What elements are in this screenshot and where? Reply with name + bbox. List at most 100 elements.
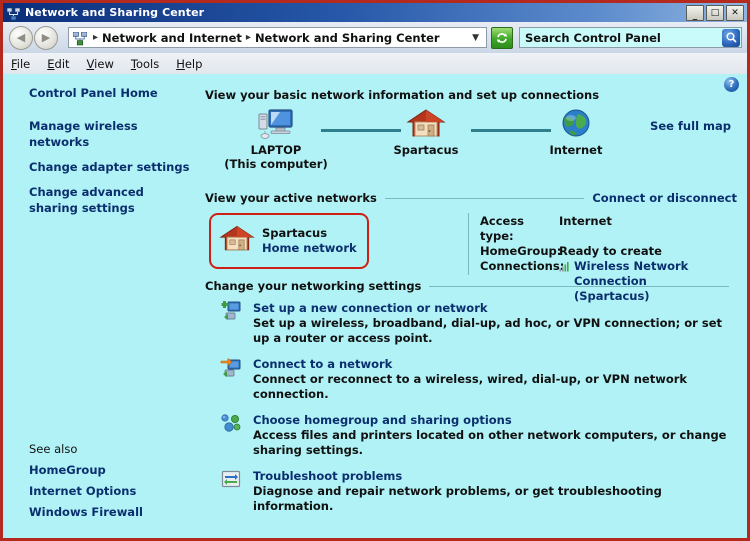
maximize-button[interactable]: □ [706, 5, 724, 21]
setting-troubleshoot-problems[interactable]: Troubleshoot problems Diagnose and repai… [199, 468, 747, 514]
setting-title[interactable]: Troubleshoot problems [253, 468, 733, 484]
menu-edit[interactable]: Edit [47, 57, 69, 71]
setting-body: Connect to a network Connect or reconnec… [253, 356, 733, 402]
settings-list: Set up a new connection or network Set u… [199, 300, 747, 514]
setting-body: Choose homegroup and sharing options Acc… [253, 412, 733, 458]
breadcrumb-item-network-and-sharing-center[interactable]: Network and Sharing Center [255, 31, 440, 45]
window-title: Network and Sharing Center [25, 6, 205, 19]
setting-description: Access files and printers located on oth… [253, 428, 727, 457]
setting-description: Set up a wireless, broadband, dial-up, a… [253, 316, 722, 345]
map-node-label: Spartacus [393, 143, 459, 157]
connect-or-disconnect-link[interactable]: Connect or disconnect [592, 191, 737, 205]
see-also-section: See also HomeGroup Internet Options Wind… [3, 439, 199, 523]
map-node-internet[interactable]: Internet [521, 107, 631, 157]
active-networks-heading: View your active networks [205, 191, 377, 205]
globe-icon [521, 107, 631, 143]
sidebar: Control Panel Home Manage wireless netwo… [3, 74, 199, 538]
see-full-map-link[interactable]: See full map [650, 119, 731, 133]
see-also-item-internet-options[interactable]: Internet Options [3, 481, 199, 502]
house-icon [219, 223, 255, 259]
map-node-label: LAPTOP [250, 143, 302, 157]
status-bar [3, 534, 747, 538]
menu-help[interactable]: Help [176, 57, 202, 71]
connect-network-icon [220, 356, 242, 378]
search-input[interactable] [520, 29, 722, 46]
see-also-heading: See also [29, 442, 78, 456]
troubleshoot-icon [220, 468, 242, 490]
signal-bars-icon [559, 259, 570, 304]
setting-body: Troubleshoot problems Diagnose and repai… [253, 468, 733, 514]
breadcrumb[interactable]: ▸ Network and Internet ▸ Network and Sha… [68, 27, 487, 48]
active-network-text: Spartacus Home network [262, 226, 357, 256]
detail-label: Connections: [480, 259, 565, 273]
computer-icon [221, 107, 331, 143]
networking-settings-heading: Change your networking settings [205, 279, 422, 293]
content-area: Control Panel Home Manage wireless netwo… [3, 74, 747, 538]
chevron-down-icon[interactable]: ▼ [472, 33, 483, 43]
close-button[interactable]: ✕ [726, 5, 744, 21]
setting-title[interactable]: Connect to a network [253, 356, 733, 372]
sidebar-item-change-adapter-settings[interactable]: Change adapter settings [3, 159, 199, 175]
sidebar-item-control-panel-home[interactable]: Control Panel Home [3, 85, 199, 101]
new-connection-icon [220, 300, 242, 322]
window-controls: _ □ ✕ [686, 5, 744, 21]
homegroup-icon [220, 412, 242, 434]
setting-title[interactable]: Set up a new connection or network [253, 300, 733, 316]
setting-set-up-new-connection[interactable]: Set up a new connection or network Set u… [199, 300, 747, 346]
active-network-type[interactable]: Home network [262, 241, 357, 256]
map-node-spartacus[interactable]: Spartacus [371, 107, 481, 157]
menu-view[interactable]: View [87, 57, 114, 71]
network-icon [72, 31, 88, 45]
refresh-icon[interactable] [491, 26, 513, 49]
sidebar-item-change-advanced-sharing-settings[interactable]: Change advanced sharing settings [3, 184, 197, 216]
network-and-sharing-center-window: Network and Sharing Center _ □ ✕ ◀ ▶ ▸ N… [0, 0, 750, 541]
see-also-item-windows-firewall[interactable]: Windows Firewall [3, 502, 199, 523]
setting-choose-homegroup[interactable]: Choose homegroup and sharing options Acc… [199, 412, 747, 458]
main-panel: ? View your basic network information an… [199, 74, 747, 538]
detail-label: HomeGroup: [480, 244, 562, 258]
map-node-sublabel: (This computer) [224, 157, 328, 171]
network-details: Access type: Internet HomeGroup: Ready t… [468, 213, 724, 303]
search-field[interactable] [519, 27, 742, 48]
breadcrumb-separator: ▸ [245, 31, 251, 43]
menu-tools[interactable]: Tools [131, 57, 159, 71]
help-icon[interactable]: ? [724, 77, 739, 92]
minimize-button[interactable]: _ [686, 5, 704, 21]
network-icon [6, 6, 21, 21]
setting-description: Diagnose and repair network problems, or… [253, 484, 662, 513]
active-networks-row: Spartacus Home network Access type: Inte… [199, 213, 747, 303]
sidebar-item-manage-wireless-networks[interactable]: Manage wireless networks [3, 118, 199, 150]
menu-bar: File Edit View Tools Help [3, 53, 747, 74]
detail-row-homegroup: HomeGroup: Ready to create [480, 244, 724, 259]
search-icon[interactable] [722, 28, 740, 47]
divider [384, 197, 585, 199]
map-node-laptop[interactable]: LAPTOP (This computer) [221, 107, 331, 171]
forward-button[interactable]: ▶ [34, 25, 58, 50]
title-bar[interactable]: Network and Sharing Center _ □ ✕ [3, 3, 747, 22]
map-node-label: Internet [549, 143, 603, 157]
back-button[interactable]: ◀ [9, 25, 33, 50]
network-map: See full map LAPTOP (This computer) Spar… [199, 107, 747, 179]
active-network-name: Spartacus [262, 226, 328, 240]
divider [429, 285, 729, 287]
basic-network-info-heading: View your basic network information and … [205, 88, 600, 102]
breadcrumb-item-network-and-internet[interactable]: Network and Internet [102, 31, 242, 45]
connection-link[interactable]: Wireless Network Connection (Spartacus) [574, 259, 724, 304]
setting-title[interactable]: Choose homegroup and sharing options [253, 412, 733, 428]
detail-label: Access type: [480, 214, 525, 243]
navigation-arrows: ◀ ▶ [9, 25, 58, 50]
house-icon [371, 107, 481, 143]
menu-file[interactable]: File [11, 57, 30, 71]
detail-value: Internet [559, 214, 612, 228]
setting-body: Set up a new connection or network Set u… [253, 300, 733, 346]
active-networks-header: View your active networks Connect or dis… [199, 191, 747, 205]
breadcrumb-separator: ▸ [93, 31, 99, 43]
setting-connect-to-network[interactable]: Connect to a network Connect or reconnec… [199, 356, 747, 402]
see-also-item-homegroup[interactable]: HomeGroup [3, 460, 199, 481]
active-network-card[interactable]: Spartacus Home network [209, 213, 369, 269]
address-bar: ◀ ▶ ▸ Network and Internet ▸ Network and… [3, 22, 747, 53]
setting-description: Connect or reconnect to a wireless, wire… [253, 372, 688, 401]
detail-value: Ready to create [559, 244, 662, 258]
detail-row-access-type: Access type: Internet [480, 214, 724, 244]
detail-row-connections: Connections: Wireless Network Connection… [480, 259, 724, 304]
